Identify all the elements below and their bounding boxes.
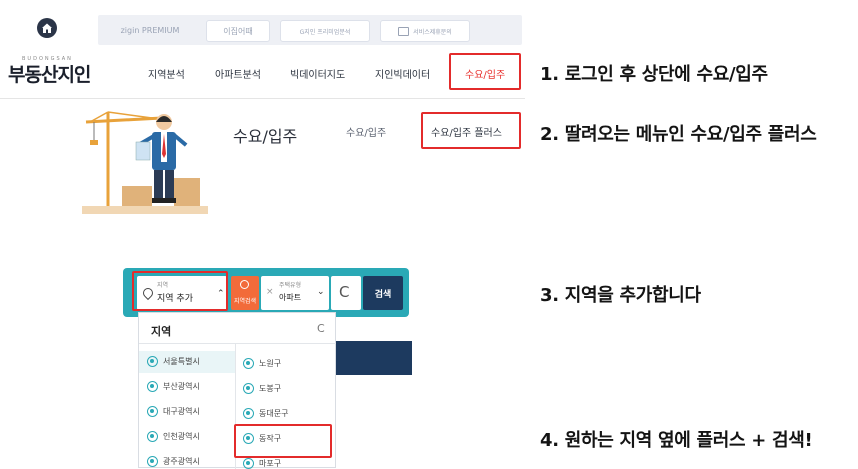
top-tab-label: 서비스제휴문의 [413,28,452,36]
nav-item-bigdata-map[interactable]: 빅데이터지도 [290,66,345,81]
housing-type-value: 아파트 [279,293,302,302]
list-item[interactable]: 노원구 [243,358,281,369]
search-button[interactable]: 검색 [363,276,403,310]
region-icon [147,381,158,392]
logo[interactable]: 부동산지인 [8,60,91,87]
submenu-link-demand-supply[interactable]: 수요/입주 [346,124,386,139]
add-region-icon[interactable] [243,383,254,394]
monitor-icon [398,26,410,36]
region-icon [147,431,158,442]
top-tab-ijip[interactable]: 이집어때 [206,20,270,42]
list-item[interactable]: 서울특별시 [147,356,200,367]
list-item-label: 대구광역시 [163,407,200,416]
search-button-label: 검색 [374,290,392,300]
add-region-icon[interactable] [243,458,254,469]
highlight-submenu-plus [421,112,521,149]
housing-type-caption: 주택유형 [279,282,302,289]
highlight-region-add [132,271,228,311]
top-tab-label: 이집어때 [223,26,253,36]
refresh-icon: C [339,283,350,301]
list-item[interactable]: 도봉구 [243,383,281,394]
list-item[interactable]: 마포구 [243,458,281,469]
list-item-label: 도봉구 [259,384,282,393]
close-icon[interactable]: × [266,287,274,297]
add-region-icon[interactable] [243,408,254,419]
list-item-label: 동대문구 [259,409,289,418]
list-item-label: 노원구 [259,359,282,368]
step-3-text: 3. 지역을 추가합니다 [540,285,701,306]
list-item-label: 부산광역시 [163,382,200,391]
list-item-label: 마포구 [259,459,282,468]
region-icon [147,356,158,367]
region-map-search-label: 지역검색 [233,298,257,305]
highlight-selected-district [234,424,332,458]
region-map-search-button[interactable]: 지역검색 [231,276,259,310]
region-icon [147,406,158,417]
dropdown-backdrop [336,341,412,375]
list-item[interactable]: 광주광역시 [147,456,200,467]
builder-illustration [82,108,208,216]
dropdown-divider [139,343,336,344]
reset-button[interactable]: C [331,276,361,310]
home-icon[interactable] [37,18,57,38]
nav-item-zigin-bigdata[interactable]: 지인빅데이터 [375,66,430,81]
top-tab-premium[interactable]: zigin PREMIUM [104,20,196,40]
list-item-label: 광주광역시 [163,457,200,466]
list-item[interactable]: 동대문구 [243,408,288,419]
chevron-down-icon: ⌄ [317,287,325,297]
submenu-title: 수요/입주 [233,127,298,146]
step-2-text: 2. 딸려오는 메뉴인 수요/입주 플러스 [540,124,817,145]
list-item[interactable]: 대구광역시 [147,406,200,417]
top-tab-label: G지인 프리미엄분석 [299,28,351,36]
list-item[interactable]: 인천광역시 [147,431,200,442]
step-1-text: 1. 로그인 후 상단에 수요/입주 [540,64,768,85]
step-4-text: 4. 원하는 지역 옆에 플러스 + 검색! [540,430,813,451]
list-item[interactable]: 부산광역시 [147,381,200,392]
dropdown-refresh-icon[interactable]: C [317,322,325,335]
top-tab-partnership[interactable]: 서비스제휴문의 [380,20,470,42]
list-item-label: 인천광역시 [163,432,200,441]
search-icon [240,280,249,289]
top-tab-label: zigin PREMIUM [120,25,180,35]
top-tab-zigin-analysis[interactable]: G지인 프리미엄분석 [280,20,370,42]
highlight-nav-demand-supply [449,53,521,90]
housing-type-select[interactable]: × 주택유형 아파트 ⌄ [261,276,329,310]
region-icon [147,456,158,467]
nav-divider [0,98,525,99]
add-region-icon[interactable] [243,358,254,369]
list-item-label: 서울특별시 [163,357,200,366]
top-service-strip: zigin PREMIUM 이집어때 G지인 프리미엄분석 서비스제휴문의 [98,15,522,45]
nav-item-region-analysis[interactable]: 지역분석 [148,66,185,81]
dropdown-title: 지역 [151,325,172,338]
nav-item-apartment-analysis[interactable]: 아파트분석 [215,66,261,81]
